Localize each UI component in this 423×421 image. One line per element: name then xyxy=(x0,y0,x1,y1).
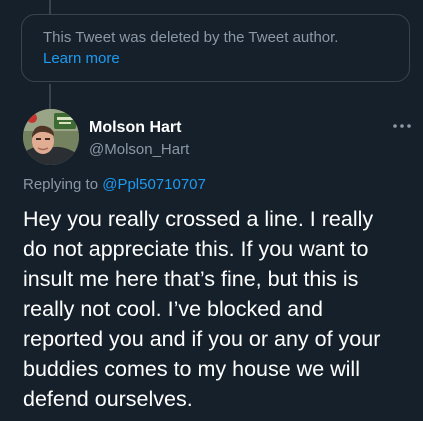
thread-connector-line xyxy=(49,0,51,14)
author-name[interactable]: Molson Hart xyxy=(89,119,181,137)
replying-to-line: Replying to @Ppl50710707 xyxy=(23,176,206,193)
deleted-tweet-notice: This Tweet was deleted by the Tweet auth… xyxy=(43,29,339,46)
learn-more-link[interactable]: Learn more xyxy=(43,50,120,67)
tweet-text-line: really not cool. I’ve blocked and xyxy=(23,297,323,321)
tweet-text-line: insult me here that’s fine, but this is xyxy=(23,267,359,291)
tweet-text-line: do not appreciate this. If you want to xyxy=(23,237,369,261)
reply-mention-link[interactable]: @Ppl50710707 xyxy=(102,176,206,193)
tweet-text-line: reported you and if you or any of your xyxy=(23,327,381,351)
tweet-text-line: buddies comes to my house we will xyxy=(23,357,360,381)
author-handle[interactable]: @Molson_Hart xyxy=(89,141,189,158)
more-options-icon[interactable] xyxy=(392,121,412,131)
replying-to-label: Replying to xyxy=(23,176,103,193)
avatar-photo xyxy=(23,109,79,165)
avatar[interactable] xyxy=(23,109,79,165)
tweet-text-line: Hey you really crossed a line. I really xyxy=(23,207,374,231)
tweet-text-line: defend ourselves. xyxy=(23,387,193,411)
thread-connector-line xyxy=(49,84,51,110)
deleted-tweet-card: This Tweet was deleted by the Tweet auth… xyxy=(21,14,410,82)
tweet-text: Hey you really crossed a line. I really … xyxy=(23,204,415,414)
